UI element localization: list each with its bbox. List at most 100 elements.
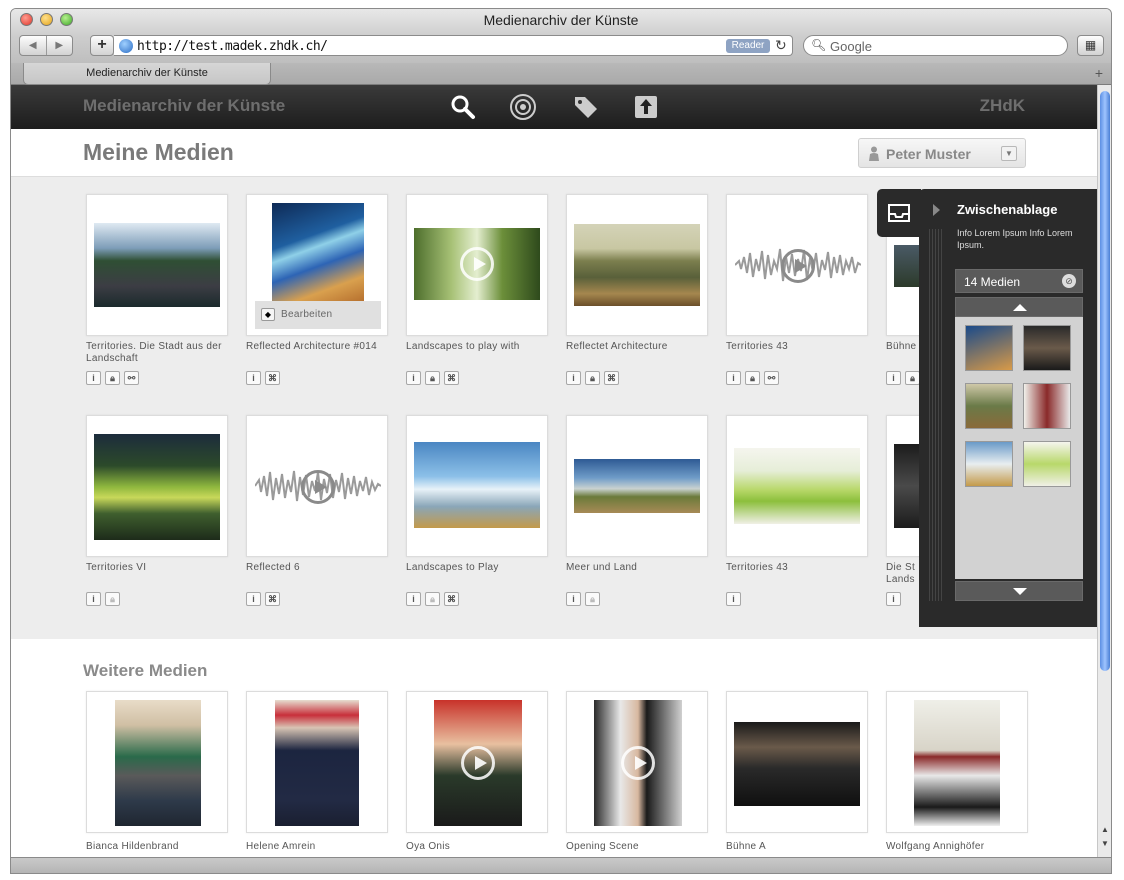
link-icon[interactable]: ⚯ [124,371,139,385]
reader-button[interactable]: Reader [726,39,770,53]
media-thumbnail[interactable] [734,448,860,524]
media-card[interactable] [566,415,708,557]
media-title[interactable]: Reflected 6 [246,562,396,574]
new-tab-button[interactable]: + [1095,65,1103,81]
set-icon[interactable]: ⌘ [265,371,280,385]
media-title[interactable]: Bühne A [726,841,876,853]
info-icon[interactable]: i [86,592,101,606]
media-title[interactable]: Meer und Land [566,562,716,574]
info-icon[interactable]: i [246,592,261,606]
play-icon[interactable] [461,746,495,780]
clipboard-scroll-up-button[interactable] [955,297,1083,317]
media-title[interactable]: Landscapes to play with [406,341,556,353]
clipboard-thumbnail[interactable] [965,441,1013,487]
media-title[interactable]: Territories. Die Stadt aus der Landschaf… [86,341,236,365]
set-icon[interactable]: ⌘ [444,371,459,385]
edit-label[interactable]: Bearbeiten [281,309,332,320]
media-card[interactable] [726,194,868,336]
clipboard-thumbnail[interactable] [1023,441,1071,487]
media-card[interactable] [246,691,388,833]
media-card[interactable] [726,691,868,833]
media-card[interactable] [406,691,548,833]
play-icon[interactable] [621,746,655,780]
media-card[interactable] [86,691,228,833]
media-thumbnail[interactable] [94,223,220,307]
media-thumbnail[interactable] [734,722,860,806]
lock-icon[interactable]: 🔒︎ [745,371,760,385]
scroll-down-arrow-icon[interactable]: ▼ [1101,839,1109,848]
lock-icon[interactable]: 🔒︎ [105,592,120,606]
play-icon[interactable] [460,247,494,281]
media-title[interactable]: Reflected Architecture #014 [246,341,396,353]
collapse-arrow-icon[interactable] [933,204,940,216]
info-icon[interactable]: i [726,371,741,385]
upload-icon[interactable] [632,93,660,121]
media-card[interactable] [886,691,1028,833]
info-icon[interactable]: i [566,592,581,606]
media-thumbnail[interactable] [115,700,201,826]
lock-icon[interactable]: 🔒︎ [585,592,600,606]
clear-clipboard-icon[interactable]: ⊘ [1062,274,1076,288]
lock-icon[interactable]: 🔒︎ [425,371,440,385]
media-title[interactable]: Oya Onis [406,841,556,853]
clipboard-toggle[interactable] [877,189,921,237]
media-title[interactable]: Landscapes to Play [406,562,556,574]
url-text[interactable]: http://test.madek.zhdk.ch/ [137,39,328,54]
forward-button[interactable]: ▶ [45,36,73,55]
media-thumbnail[interactable] [272,203,364,303]
back-button[interactable]: ◀ [20,36,46,55]
media-card[interactable]: ◆ Bearbeiten [246,194,388,336]
edit-overlay[interactable]: ◆ Bearbeiten [255,301,381,329]
play-icon[interactable] [301,470,335,504]
media-card[interactable] [86,194,228,336]
app-brand[interactable]: Medienarchiv der Künste [83,96,285,116]
search-icon[interactable] [449,93,477,121]
search-field[interactable]: 🔍︎ Google [803,35,1068,56]
tag-icon[interactable] [572,93,600,121]
media-title[interactable]: Reflectet Architecture [566,341,716,353]
lock-icon[interactable]: 🔒︎ [425,592,440,606]
info-icon[interactable]: i [406,371,421,385]
media-thumbnail[interactable] [275,700,359,826]
media-thumbnail[interactable] [414,228,540,300]
info-icon[interactable]: i [726,592,741,606]
clipboard-thumbnail[interactable] [965,325,1013,371]
media-title[interactable]: Wolfgang Annighöfer [886,841,1036,853]
media-thumbnail[interactable] [574,459,700,513]
chevron-down-icon[interactable]: ▼ [1001,146,1017,161]
lock-icon[interactable]: 🔒︎ [585,371,600,385]
media-card[interactable] [406,194,548,336]
media-card[interactable] [726,415,868,557]
info-icon[interactable]: i [246,371,261,385]
clipboard-thumbnail[interactable] [965,383,1013,429]
media-card[interactable] [566,691,708,833]
set-icon[interactable]: ⌘ [265,592,280,606]
info-icon[interactable]: i [886,371,901,385]
user-menu-button[interactable]: Peter Muster ▼ [858,138,1026,168]
media-card[interactable] [566,194,708,336]
media-card[interactable] [246,415,388,557]
info-icon[interactable]: i [86,371,101,385]
media-card[interactable] [86,415,228,557]
media-thumbnail[interactable] [914,700,1000,826]
info-icon[interactable]: i [566,371,581,385]
info-icon[interactable]: i [406,592,421,606]
set-icon[interactable]: ⌘ [604,371,619,385]
top-sites-button[interactable]: ▦ [1077,35,1104,56]
institution-logo[interactable]: ZHdK [980,96,1025,116]
media-title[interactable]: Territories VI [86,562,236,574]
play-icon[interactable] [781,249,815,283]
media-thumbnail[interactable] [434,700,522,826]
scrollbar-thumb[interactable] [1100,91,1110,671]
media-thumbnail[interactable] [94,434,220,540]
media-thumbnail[interactable] [574,224,700,306]
media-thumbnail[interactable] [414,442,540,528]
clipboard-thumbnail[interactable] [1023,325,1071,371]
info-icon[interactable]: i [886,592,901,606]
vertical-scrollbar[interactable]: ▲ ▼ [1097,85,1111,857]
add-bookmark-button[interactable]: + [90,35,114,56]
reload-icon[interactable]: ↻ [775,37,787,54]
scroll-up-arrow-icon[interactable]: ▲ [1101,825,1109,834]
lock-icon[interactable]: 🔒︎ [905,371,920,385]
media-thumbnail[interactable] [594,700,682,826]
